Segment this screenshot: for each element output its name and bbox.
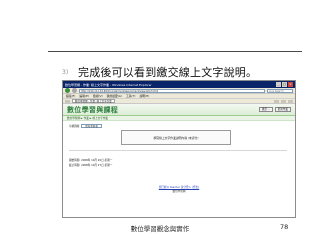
site-header: 數位學習與課程 跳至... 更新作業	[63, 104, 295, 116]
home-icon[interactable]	[274, 99, 279, 103]
forward-icon[interactable]	[72, 88, 77, 93]
browser-tab[interactable]: 數位學習網 - 作業: 線上文字作業	[72, 99, 115, 103]
group-filter: 可視群組 所有參與者	[69, 124, 295, 128]
jump-to-select[interactable]: 跳至...	[258, 107, 273, 112]
back-icon[interactable]	[65, 88, 70, 93]
content-divider	[69, 150, 287, 151]
favorites-star-icon[interactable]	[65, 99, 70, 103]
site-buttons: 跳至... 更新作業	[258, 107, 291, 112]
web-page: 數位學習與課程 跳至... 更新作業 數位學習網 ► 作業 ► 線上文字作業 可…	[63, 104, 295, 212]
browser-window: 數位學習網 - 作業: 線上文字作業 - Windows Internet Ex…	[62, 80, 296, 218]
menu-file[interactable]: 檔案(F)	[66, 94, 75, 98]
due-date: 截止時間: 2008年 10月 27日 星期一	[69, 164, 113, 167]
breadcrumb[interactable]: 數位學習網 ► 作業 ► 線上文字作業	[63, 116, 295, 121]
site-logo[interactable]: 數位學習與課程	[67, 105, 118, 115]
browser-titlebar: 數位學習網 - 作業: 線上文字作業 - Windows Internet Ex…	[63, 81, 295, 88]
close-icon[interactable]: ×	[288, 82, 293, 87]
window-buttons: _ □ ×	[276, 82, 293, 87]
browser-title: 數位學習網 - 作業: 線上文字作業 - Windows Internet Ex…	[65, 82, 152, 87]
maximize-icon[interactable]: □	[282, 82, 287, 87]
slide-top-rule	[48, 51, 302, 52]
menu-view[interactable]: 檢視(V)	[93, 94, 103, 98]
update-assignment-button[interactable]: 更新作業	[274, 107, 291, 112]
menu-tools[interactable]: 工具(T)	[126, 94, 136, 98]
menu-help[interactable]: 說明(H)	[139, 94, 149, 98]
footer-site-name[interactable]: 數位學習網	[63, 190, 295, 194]
group-label: 可視群組	[69, 125, 80, 128]
minimize-icon[interactable]: _	[276, 82, 281, 87]
search-input[interactable]: Live Search	[267, 88, 293, 93]
slide-page-number: 78	[280, 223, 289, 231]
print-icon[interactable]	[281, 99, 286, 103]
submission-box: 撰寫線上文字作業說明內容 (未評分)	[121, 130, 231, 145]
instruction-number: 3)	[62, 68, 69, 76]
slide-caption: 數位學習觀念與實作	[130, 225, 190, 233]
instruction: 3) 完成後可以看到繳交線上文字說明。	[62, 64, 257, 80]
group-select[interactable]: 所有參與者	[81, 124, 102, 128]
url-input[interactable]: http://140.111.34.69/moodle/mod/assignme…	[79, 88, 265, 93]
page-menu-icon[interactable]	[288, 99, 293, 103]
page-footer: 您已經以 teacher 身分登入 (登出) 數位學習網	[63, 186, 295, 194]
open-date: 開始時間: 2008年 10月 20日 星期一	[69, 159, 113, 162]
instruction-text: 完成後可以看到繳交線上文字說明。	[78, 66, 258, 79]
menu-edit[interactable]: 編輯(E)	[79, 94, 89, 98]
menu-favorites[interactable]: 我的最愛(A)	[107, 94, 122, 98]
